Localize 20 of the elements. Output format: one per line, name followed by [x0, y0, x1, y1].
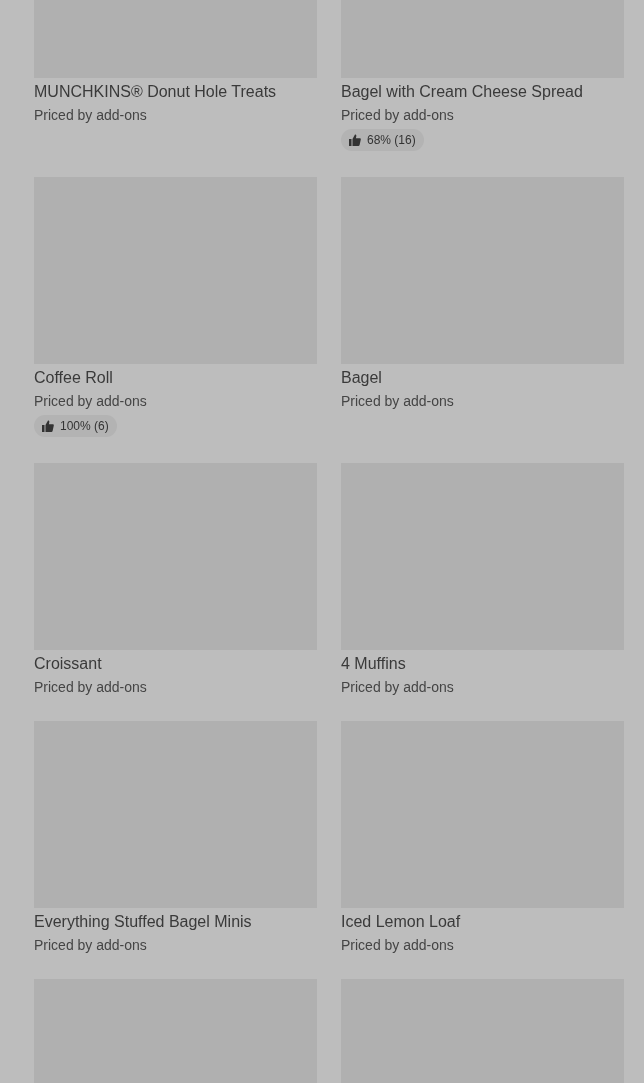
item-title[interactable]: Croissant — [34, 654, 317, 674]
item-title[interactable]: Bagel — [341, 368, 624, 388]
price-note: Priced by add-ons — [34, 678, 148, 697]
price-note: Priced by add-ons — [34, 106, 148, 125]
price-note: Priced by add-ons — [34, 936, 148, 955]
item-title[interactable]: 4 Muffins — [341, 654, 624, 674]
price-note: Priced by add-ons — [341, 936, 455, 955]
rating-text: 100% (6) — [60, 419, 109, 433]
item-title[interactable]: Iced Lemon Loaf — [341, 912, 624, 932]
thumbs-up-icon — [349, 134, 361, 146]
price-note: Priced by add-ons — [341, 678, 455, 697]
item-title[interactable]: Coffee Roll — [34, 368, 317, 388]
item-title[interactable]: Everything Stuffed Bagel Minis — [34, 912, 317, 932]
thumbs-up-icon — [42, 420, 54, 432]
price-note: Priced by add-ons — [34, 392, 148, 411]
rating-text: 68% (16) — [367, 133, 416, 147]
price-note: Priced by add-ons — [341, 392, 455, 411]
item-title[interactable]: Bagel with Cream Cheese Spread — [341, 82, 624, 102]
item-title[interactable]: MUNCHKINS® Donut Hole Treats — [34, 82, 317, 102]
price-note: Priced by add-ons — [341, 106, 455, 125]
